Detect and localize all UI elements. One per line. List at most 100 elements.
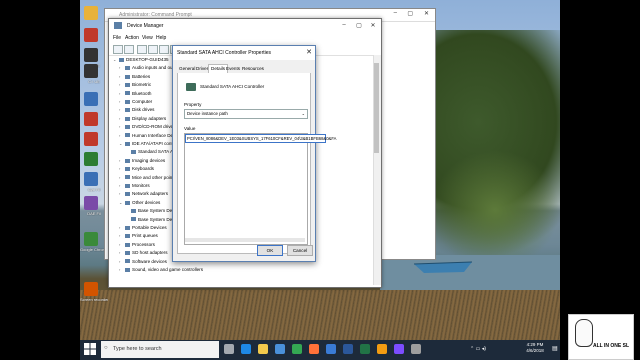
device-category-icon xyxy=(125,234,130,239)
properties-title: Standard SATA AHCI Controller Properties xyxy=(177,50,272,56)
tree-node-label: Processors xyxy=(132,241,155,247)
menu-action[interactable]: Action xyxy=(125,35,139,41)
properties-button[interactable] xyxy=(148,45,158,54)
tree-node-label: SD host adapters xyxy=(132,250,168,256)
value-list-item[interactable]: PCI\VEN_8086&DEV_1E03&SUBSYS_17F610CF&RE… xyxy=(185,134,336,143)
desktop-shortcut-icon[interactable] xyxy=(84,28,98,42)
tree-node-label: Print queues xyxy=(132,233,158,239)
device-manager-title: Device Manager xyxy=(127,23,164,29)
desktop-shortcut-label[interactable]: Screen recorder xyxy=(80,297,108,302)
excel-icon[interactable] xyxy=(360,344,370,354)
tree-node-label: Software devices xyxy=(132,258,167,264)
tree-node[interactable]: › SD host adapters xyxy=(119,250,168,255)
minimize-icon[interactable]: – xyxy=(339,22,349,28)
tree-node[interactable]: › Bluetooth xyxy=(119,91,151,96)
desktop-shortcut-icon[interactable] xyxy=(84,132,98,146)
ok-button[interactable]: OK xyxy=(257,245,283,256)
device-category-icon xyxy=(125,99,130,104)
device-manager-icon[interactable] xyxy=(411,344,421,354)
tree-node[interactable]: › Mice and other pointing xyxy=(119,175,180,180)
properties-titlebar[interactable]: Standard SATA AHCI Controller Properties… xyxy=(173,46,315,60)
show-hide-tree-button[interactable] xyxy=(137,45,147,54)
system-tray-icons[interactable]: ⌃ ▭ ◂) xyxy=(470,346,486,352)
tree-node-label: Sound, video and game controllers xyxy=(132,267,203,272)
photos-icon[interactable] xyxy=(326,344,336,354)
menu-view[interactable]: View xyxy=(142,35,153,41)
horizontal-scrollbar[interactable] xyxy=(185,238,305,242)
tree-node[interactable]: › Sound, video and game controllers xyxy=(119,267,203,272)
desktop-shortcut-icon[interactable] xyxy=(84,196,98,210)
desktop-shortcut-icon[interactable] xyxy=(84,172,98,186)
device-category-icon xyxy=(125,141,130,146)
tree-node-label: Disk drives xyxy=(132,107,155,113)
help-button[interactable] xyxy=(159,45,169,54)
close-icon[interactable]: ✕ xyxy=(306,48,312,56)
device-category-icon xyxy=(125,225,130,230)
windows-start-icon[interactable] xyxy=(84,343,96,355)
menu-help[interactable]: Help xyxy=(156,35,166,41)
device-category-icon xyxy=(125,175,130,180)
tree-node[interactable]: › DVD/CD-ROM drives xyxy=(119,124,175,129)
store-icon[interactable] xyxy=(275,344,285,354)
word-icon[interactable] xyxy=(343,344,353,354)
tree-node-label: Bluetooth xyxy=(132,90,152,96)
tab-resources[interactable]: Resources xyxy=(240,65,266,73)
tree-node[interactable]: › Biometric xyxy=(119,82,151,87)
maximize-icon[interactable]: ▢ xyxy=(407,10,413,17)
tree-node[interactable]: › Keyboards xyxy=(119,166,154,171)
app-icon[interactable] xyxy=(394,344,404,354)
forward-button[interactable] xyxy=(124,45,134,54)
taskbar-clock[interactable]: 4:29 PM 4/6/2018 xyxy=(520,342,550,354)
tree-node[interactable]: › Imaging devices xyxy=(119,158,165,163)
scrollbar-thumb[interactable] xyxy=(374,63,379,153)
device-category-icon xyxy=(125,108,130,113)
tree-node[interactable]: › Batteries xyxy=(119,74,150,79)
tree-node-label: Monitors xyxy=(132,183,150,188)
device-name: Standard SATA AHCI Controller xyxy=(200,84,265,89)
value-list[interactable] xyxy=(184,133,308,245)
tree-node[interactable]: › Network adapters xyxy=(119,191,168,196)
device-manager-titlebar[interactable]: Device Manager – ▢ ✕ xyxy=(109,19,381,33)
vlc-icon[interactable] xyxy=(377,344,387,354)
close-icon[interactable]: ✕ xyxy=(368,22,378,29)
close-icon[interactable]: ✕ xyxy=(424,10,429,17)
desktop-shortcut-icon[interactable] xyxy=(84,152,98,166)
tree-node[interactable]: › Monitors xyxy=(119,183,150,188)
property-dropdown[interactable]: Device instance path ⌄ xyxy=(184,109,308,119)
desktop-shortcut-icon[interactable] xyxy=(84,282,98,296)
edge-icon[interactable] xyxy=(241,344,251,354)
tree-node[interactable]: › Print queues xyxy=(119,233,158,238)
task-view-icon[interactable] xyxy=(224,344,234,354)
tree-node[interactable]: ⌄ Other devices xyxy=(119,200,160,205)
tree-node[interactable]: ⌄ DESKTOP-GUID435 xyxy=(113,57,169,62)
back-button[interactable] xyxy=(113,45,123,54)
wallpaper-grass xyxy=(80,290,560,340)
desktop-shortcut-icon[interactable] xyxy=(84,92,98,106)
desktop-shortcut-icon[interactable] xyxy=(84,48,98,62)
tree-node[interactable]: › Software devices xyxy=(119,259,167,264)
desktop-shortcut-icon[interactable] xyxy=(84,6,98,20)
maximize-icon[interactable]: ▢ xyxy=(354,22,364,29)
tree-node[interactable]: › Display adapters xyxy=(119,116,166,121)
notifications-icon[interactable]: ▤ xyxy=(552,345,558,352)
cancel-button[interactable]: Cancel xyxy=(287,245,313,256)
menu-file[interactable]: File xyxy=(113,35,121,41)
tree-node-label: Display adapters xyxy=(132,115,167,121)
tree-node[interactable]: › Portable Devices xyxy=(119,225,167,230)
minimize-icon[interactable]: – xyxy=(394,10,397,16)
desktop-shortcut-icon[interactable] xyxy=(84,232,98,246)
tree-node[interactable]: › Disk drives xyxy=(119,107,154,112)
chrome-icon[interactable] xyxy=(292,344,302,354)
desktop-shortcut-icon[interactable] xyxy=(84,64,98,78)
tree-node[interactable]: › Processors xyxy=(119,242,155,247)
clock-date: 4/6/2018 xyxy=(526,348,544,353)
tree-node-label: Other devices xyxy=(132,199,161,205)
tree-node[interactable]: › Audio inputs and outpu xyxy=(119,65,179,70)
tree-node[interactable]: › Computer xyxy=(119,99,152,104)
properties-dialog[interactable]: Standard SATA AHCI Controller Properties… xyxy=(172,45,336,262)
taskbar-search-box[interactable]: ○ Type here to search xyxy=(101,341,219,358)
device-category-icon xyxy=(125,259,130,264)
desktop-shortcut-icon[interactable] xyxy=(84,112,98,126)
file-explorer-icon[interactable] xyxy=(258,344,268,354)
firefox-icon[interactable] xyxy=(309,344,319,354)
